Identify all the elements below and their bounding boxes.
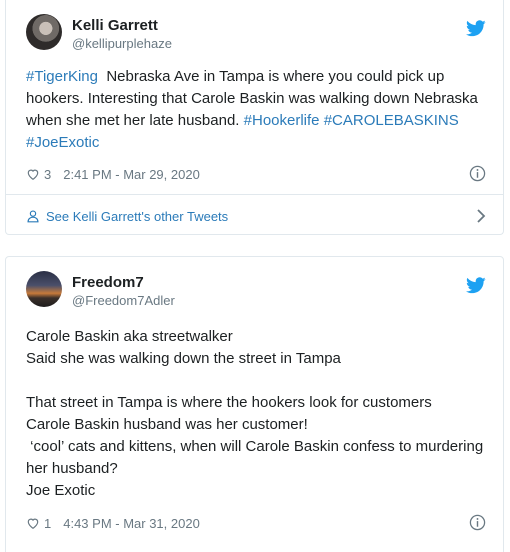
hashtag-link[interactable]: #JoeExotic [26,134,99,151]
info-icon[interactable] [469,514,486,531]
tweet-text: #TigerKing Nebraska Ave in Tampa is wher… [26,66,486,154]
author-handle[interactable]: @kellipurplehaze [72,36,172,51]
avatar[interactable] [26,14,62,50]
info-icon[interactable] [469,165,486,182]
hashtag-link[interactable]: #CAROLEBASKINS [324,112,459,129]
like-count[interactable]: 3 [44,167,51,182]
heart-icon[interactable] [26,167,40,181]
tweet-meta: 1 4:43 PM - Mar 31, 2020 [26,513,486,533]
twitter-bird-icon[interactable] [466,20,486,37]
hashtag-link[interactable]: #TigerKing [26,68,98,85]
tweet-line: Carole Baskin aka streetwalker [26,328,233,345]
tweet-line: Said she was walking down the street in … [26,350,341,367]
author-name[interactable]: Kelli Garrett [72,17,158,34]
tweet-meta: 3 2:41 PM - Mar 29, 2020 [26,164,486,184]
author-name[interactable]: Freedom7 [72,274,144,291]
like-count[interactable]: 1 [44,516,51,531]
tweet-text-segment [459,112,463,129]
other-tweets-label[interactable]: See Kelli Garrett's other Tweets [46,209,228,224]
tweet-line: That street in Tampa is where the hooker… [26,394,432,411]
hashtag-link[interactable]: #Hookerlife [244,112,320,129]
tweet-card: Kelli Garrett @kellipurplehaze #TigerKin… [5,0,504,235]
tweet-line: Carole Baskin husband was her customer! [26,416,308,433]
person-icon [27,210,39,223]
heart-icon[interactable] [26,516,40,530]
tweet-line: ‘cool’ cats and kittens, when will Carol… [26,438,488,477]
tweet-header: Kelli Garrett @kellipurplehaze [26,14,486,54]
avatar[interactable] [26,271,62,307]
author-handle[interactable]: @Freedom7Adler [72,293,175,308]
tweet-text: Carole Baskin aka streetwalker Said she … [26,326,486,502]
timestamp[interactable]: 2:41 PM - Mar 29, 2020 [63,167,200,182]
other-tweets-link[interactable]: See Kelli Garrett's other Tweets [26,204,486,228]
twitter-bird-icon[interactable] [466,277,486,294]
chevron-right-icon[interactable] [476,209,486,223]
timestamp[interactable]: 4:43 PM - Mar 31, 2020 [63,516,200,531]
tweet-card: Freedom7 @Freedom7Adler Carole Baskin ak… [5,256,504,552]
tweet-header: Freedom7 @Freedom7Adler [26,271,486,311]
divider [6,194,503,195]
tweet-line: Joe Exotic [26,482,96,499]
